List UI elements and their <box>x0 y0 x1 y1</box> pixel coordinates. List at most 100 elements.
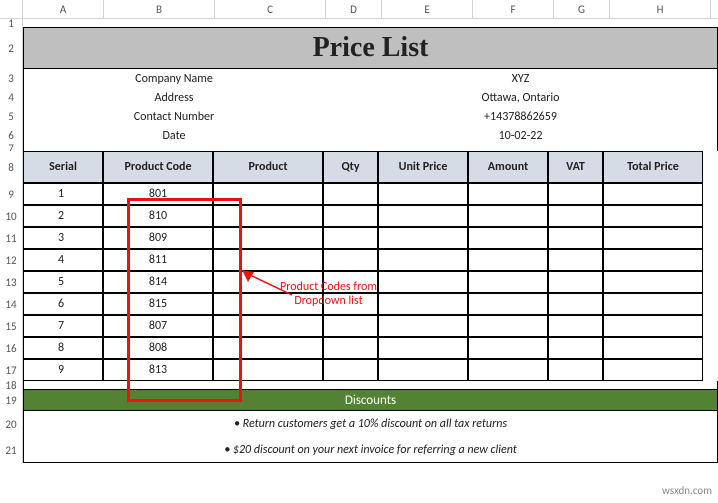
hdr-qty[interactable]: Qty <box>323 151 378 183</box>
cell-amount[interactable] <box>468 315 548 337</box>
cell-total[interactable] <box>603 183 703 205</box>
row-18[interactable]: 18 <box>0 381 23 389</box>
cell-unit-price[interactable] <box>378 249 468 271</box>
row-8[interactable]: 8 <box>0 151 23 183</box>
cell-vat[interactable] <box>548 293 603 315</box>
cell-qty[interactable] <box>323 293 378 315</box>
hdr-product[interactable]: Product <box>213 151 323 183</box>
discount-note-2[interactable]: • $20 discount on your next invoice for … <box>23 437 718 463</box>
cell-serial[interactable]: 5 <box>23 271 103 293</box>
cell-unit-price[interactable] <box>378 227 468 249</box>
cell-serial[interactable]: 9 <box>23 359 103 381</box>
col-G[interactable]: G <box>554 0 610 18</box>
cell-amount[interactable] <box>468 337 548 359</box>
page-title[interactable]: Price List <box>23 27 718 69</box>
row-3[interactable]: 3 <box>0 69 23 88</box>
col-D[interactable]: D <box>326 0 382 18</box>
cell-product-code[interactable]: 811 <box>103 249 213 271</box>
hdr-unit[interactable]: Unit Price <box>378 151 468 183</box>
cell-qty[interactable] <box>323 205 378 227</box>
row-2[interactable]: 2 <box>0 27 23 69</box>
discounts-header[interactable]: Discounts <box>23 389 718 411</box>
row-19[interactable]: 19 <box>0 389 23 411</box>
cell-qty[interactable] <box>323 271 378 293</box>
cell-product-code[interactable]: 815 <box>103 293 213 315</box>
cell-unit-price[interactable] <box>378 183 468 205</box>
cell-qty[interactable] <box>323 359 378 381</box>
cell-total[interactable] <box>603 271 703 293</box>
row-5[interactable]: 5 <box>0 107 23 126</box>
discount-note-1[interactable]: • Return customers get a 10% discount on… <box>23 411 718 437</box>
cell-amount[interactable] <box>468 271 548 293</box>
meta-company-val[interactable]: XYZ <box>324 69 717 88</box>
cell-serial[interactable]: 1 <box>23 183 103 205</box>
cell-vat[interactable] <box>548 205 603 227</box>
cell-vat[interactable] <box>548 227 603 249</box>
cell-product-code[interactable]: 813 <box>103 359 213 381</box>
cell-unit-price[interactable] <box>378 315 468 337</box>
row-21[interactable]: 21 <box>0 437 23 463</box>
row-14[interactable]: 14 <box>0 293 23 315</box>
meta-address-key[interactable]: Address <box>24 88 324 107</box>
cell-qty[interactable] <box>323 315 378 337</box>
col-F[interactable]: F <box>473 0 554 18</box>
cell-total[interactable] <box>603 227 703 249</box>
cell-total[interactable] <box>603 359 703 381</box>
cell-amount[interactable] <box>468 249 548 271</box>
cell-unit-price[interactable] <box>378 359 468 381</box>
cell-vat[interactable] <box>548 183 603 205</box>
col-E[interactable]: E <box>382 0 473 18</box>
meta-contact-val[interactable]: +14378862659 <box>324 107 717 126</box>
cell-serial[interactable]: 8 <box>23 337 103 359</box>
cell-unit-price[interactable] <box>378 271 468 293</box>
meta-contact-key[interactable]: Contact Number <box>24 107 324 126</box>
row-4[interactable]: 4 <box>0 88 23 107</box>
cell-product[interactable] <box>213 337 323 359</box>
cell-total[interactable] <box>603 205 703 227</box>
cell-product[interactable] <box>213 183 323 205</box>
row-12[interactable]: 12 <box>0 249 23 271</box>
cell-unit-price[interactable] <box>378 337 468 359</box>
row-20[interactable]: 20 <box>0 411 23 437</box>
row-15[interactable]: 15 <box>0 315 23 337</box>
cell-qty[interactable] <box>323 183 378 205</box>
cell-product[interactable] <box>213 205 323 227</box>
cell-amount[interactable] <box>468 227 548 249</box>
col-C[interactable]: C <box>215 0 326 18</box>
cell-product[interactable] <box>213 249 323 271</box>
cell-product-code[interactable]: 809 <box>103 227 213 249</box>
hdr-pcode[interactable]: Product Code <box>103 151 213 183</box>
cell-product-code[interactable]: 807 <box>103 315 213 337</box>
cell-amount[interactable] <box>468 205 548 227</box>
col-A[interactable]: A <box>23 0 104 18</box>
row-9[interactable]: 9 <box>0 183 23 205</box>
row-10[interactable]: 10 <box>0 205 23 227</box>
cell-product[interactable] <box>213 359 323 381</box>
cell-serial[interactable]: 6 <box>23 293 103 315</box>
cell-product[interactable] <box>213 315 323 337</box>
row-1[interactable]: 1 <box>0 19 23 27</box>
cell-product-code[interactable]: 808 <box>103 337 213 359</box>
hdr-total[interactable]: Total Price <box>603 151 703 183</box>
cell-total[interactable] <box>603 337 703 359</box>
hdr-vat[interactable]: VAT <box>548 151 603 183</box>
cell-product[interactable] <box>213 271 323 293</box>
cell-product-code[interactable]: 810 <box>103 205 213 227</box>
row-13[interactable]: 13 <box>0 271 23 293</box>
meta-date-val[interactable]: 10-02-22 <box>324 126 717 145</box>
row-16[interactable]: 16 <box>0 337 23 359</box>
cell-product-code[interactable]: 814 <box>103 271 213 293</box>
cell-product[interactable] <box>213 293 323 315</box>
cell-total[interactable] <box>603 315 703 337</box>
cell-unit-price[interactable] <box>378 293 468 315</box>
cell-vat[interactable] <box>548 271 603 293</box>
meta-company-key[interactable]: Company Name <box>24 69 324 88</box>
cell-unit-price[interactable] <box>378 205 468 227</box>
meta-date-key[interactable]: Date <box>24 126 324 145</box>
cell-qty[interactable] <box>323 249 378 271</box>
col-H[interactable]: H <box>610 0 711 18</box>
cell-vat[interactable] <box>548 337 603 359</box>
hdr-amount[interactable]: Amount <box>468 151 548 183</box>
meta-address-val[interactable]: Ottawa, Ontario <box>324 88 717 107</box>
cell-qty[interactable] <box>323 337 378 359</box>
